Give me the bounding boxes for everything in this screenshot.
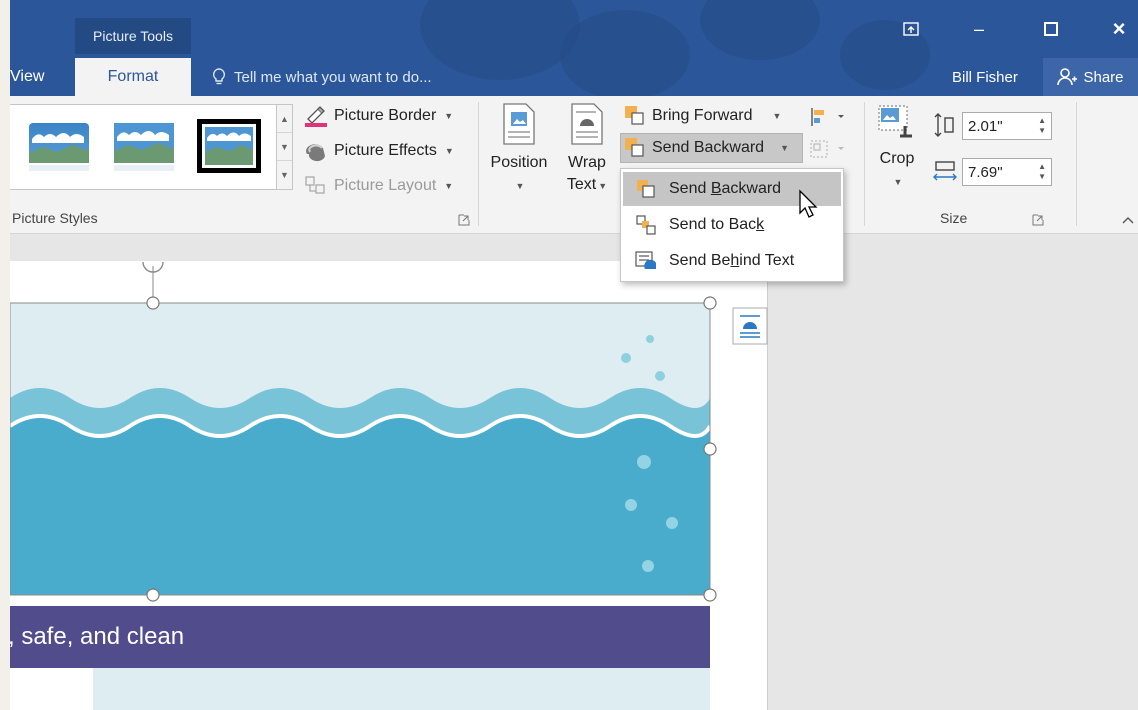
- gallery-scrollbar[interactable]: ▲ ▼ ▼: [276, 104, 293, 190]
- gallery-more-icon[interactable]: ▼: [277, 161, 292, 189]
- send-backward-button[interactable]: Send Backward ▼: [624, 134, 789, 162]
- wrap-text-icon: [571, 103, 603, 145]
- crop-icon: [878, 105, 912, 138]
- wrap-text-button[interactable]: Wrap Text ▼: [563, 102, 611, 197]
- user-name[interactable]: Bill Fisher: [952, 58, 1018, 96]
- picture-effects-label: Picture Effects: [334, 142, 437, 159]
- word-window: Picture Tools View Format Tell me what y…: [0, 0, 1138, 710]
- dialog-launcher-icon[interactable]: [458, 214, 470, 226]
- share-label: Share: [1083, 68, 1124, 86]
- group-separator: [864, 102, 865, 226]
- light-blue-panel: [93, 668, 710, 710]
- picture-style-thumbnail-1[interactable]: [28, 121, 90, 173]
- chevron-down-icon: ▼: [444, 146, 454, 156]
- send-backward-label: Send Backward: [652, 139, 765, 156]
- picture-styles-group-label: Picture Styles: [12, 210, 98, 226]
- send-backward-icon: [625, 138, 644, 157]
- picture-styles-gallery: [0, 104, 278, 190]
- spinner-arrows-icon[interactable]: ▲ ▼: [1038, 116, 1046, 136]
- tab-view[interactable]: View: [10, 58, 54, 96]
- picture-border-button[interactable]: Picture Border ▼: [304, 102, 453, 130]
- share-person-icon: [1057, 68, 1078, 86]
- position-button[interactable]: Position ▼: [484, 102, 554, 197]
- picture-border-label: Picture Border: [334, 107, 437, 124]
- tell-me-text: Tell me what you want to do...: [234, 68, 432, 86]
- ribbon-display-button[interactable]: [896, 14, 926, 44]
- tell-me-box[interactable]: Tell me what you want to do...: [212, 58, 432, 96]
- title-bar: Picture Tools View Format Tell me what y…: [0, 0, 1138, 100]
- tab-format[interactable]: Format: [75, 58, 191, 96]
- crop-button[interactable]: Crop ▼: [872, 102, 922, 193]
- size-group-label: Size: [940, 210, 968, 226]
- layout-options-icon[interactable]: [732, 307, 768, 345]
- picture-layout-label: Picture Layout: [334, 177, 437, 194]
- menu-item-send-behind-text[interactable]: Send Behind Text: [623, 244, 841, 278]
- position-icon: [503, 103, 535, 145]
- send-backward-icon: [637, 180, 655, 198]
- maximize-icon: [1044, 22, 1058, 36]
- ribbon: ▲ ▼ ▼ Picture Border ▼ Picture Effects ▼: [0, 96, 1138, 234]
- selected-picture[interactable]: [0, 248, 720, 608]
- align-icon[interactable]: [808, 106, 848, 128]
- chevron-down-icon: ▼: [444, 111, 454, 121]
- mouse-cursor-icon: [799, 189, 818, 218]
- send-backward-menu: Send Backward Send to Back Send Behind T…: [620, 168, 844, 282]
- group-separator: [478, 102, 479, 226]
- bring-forward-button[interactable]: Bring Forward ▼: [624, 102, 781, 130]
- spinner-arrows-icon[interactable]: ▲ ▼: [1038, 162, 1046, 182]
- dialog-launcher-icon[interactable]: [1032, 214, 1044, 226]
- picture-style-thumbnail-3-selected[interactable]: [196, 118, 262, 174]
- shape-height-icon: [934, 113, 954, 137]
- lightbulb-icon: [212, 68, 226, 85]
- group-objects-icon[interactable]: [808, 138, 848, 160]
- share-button[interactable]: Share: [1043, 58, 1138, 96]
- gallery-scroll-up-icon[interactable]: ▲: [277, 105, 292, 133]
- banner-text: , safe, and clean: [8, 623, 185, 650]
- bring-forward-label: Bring Forward: [652, 107, 753, 124]
- minimize-button[interactable]: –: [964, 14, 994, 44]
- close-button[interactable]: ×: [1104, 14, 1134, 44]
- shape-width-input[interactable]: 7.69" ▲ ▼: [962, 158, 1052, 186]
- position-label: Position ▼: [490, 154, 548, 191]
- gallery-scroll-down-icon[interactable]: ▼: [277, 133, 292, 161]
- picture-layout-button[interactable]: Picture Layout ▼: [304, 172, 453, 200]
- chevron-down-icon: ▼: [444, 181, 454, 191]
- picture-border-icon: [305, 106, 327, 127]
- bring-forward-icon: [625, 106, 644, 125]
- picture-effects-icon: [306, 144, 325, 162]
- group-separator: [1076, 102, 1077, 226]
- shape-height-input[interactable]: 2.01" ▲ ▼: [962, 112, 1052, 140]
- restore-ribbon-icon: [903, 22, 919, 36]
- crop-label: Crop ▼: [879, 150, 915, 187]
- menu-item-label: Send to Back: [669, 216, 765, 233]
- chevron-down-icon[interactable]: ▼: [772, 111, 781, 121]
- window-frame-left: [0, 0, 10, 710]
- menu-item-label: Send Backward: [669, 180, 782, 197]
- send-to-back-icon: [636, 215, 656, 235]
- picture-layout-icon: [305, 176, 325, 194]
- maximize-button[interactable]: [1036, 14, 1066, 44]
- collapse-ribbon-icon[interactable]: [1122, 216, 1134, 224]
- menu-item-label: Send Behind Text: [669, 252, 795, 269]
- shape-height-value: 2.01": [968, 117, 1003, 135]
- picture-style-thumbnail-2[interactable]: [113, 121, 175, 173]
- shape-width-icon: [933, 161, 957, 181]
- picture-effects-button[interactable]: Picture Effects ▼: [304, 137, 454, 165]
- wrap-text-label: Wrap Text ▼: [566, 154, 608, 193]
- send-behind-text-icon: [635, 251, 656, 269]
- picture-tools-context-label: Picture Tools: [75, 18, 191, 54]
- banner-text-block: , safe, and clean: [0, 606, 710, 668]
- shape-width-value: 7.69": [968, 163, 1003, 181]
- chevron-down-icon[interactable]: ▼: [780, 143, 789, 153]
